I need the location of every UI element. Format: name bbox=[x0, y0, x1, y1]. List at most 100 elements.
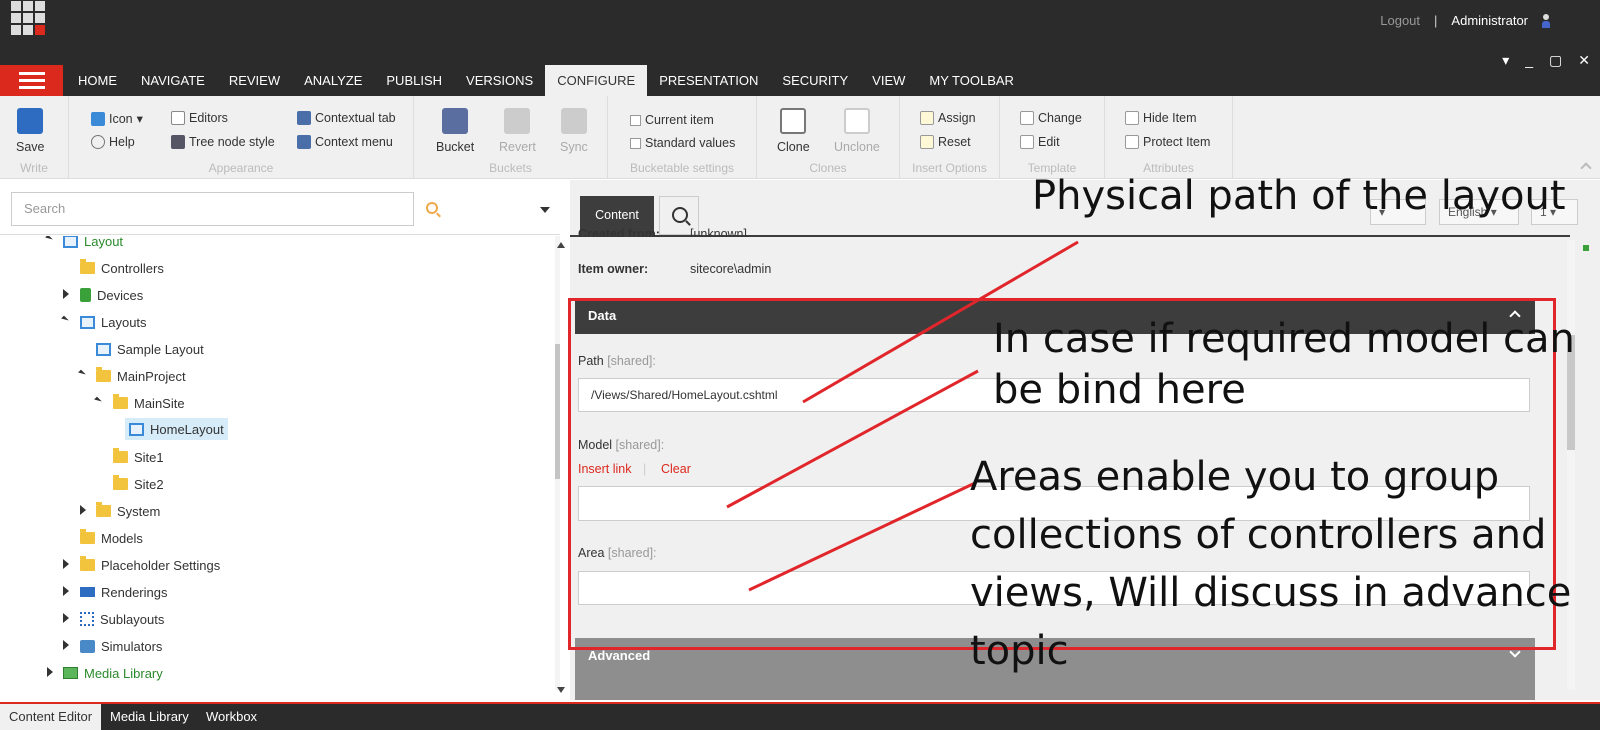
tab-navigate[interactable]: NAVIGATE bbox=[129, 65, 217, 96]
tab-publish[interactable]: PUBLISH bbox=[374, 65, 454, 96]
tab-view[interactable]: VIEW bbox=[860, 65, 917, 96]
expand-arrow-icon[interactable] bbox=[94, 396, 102, 405]
search-icon[interactable] bbox=[426, 202, 438, 214]
clone-button[interactable]: Clone bbox=[777, 108, 810, 154]
expand-arrow-icon[interactable] bbox=[63, 289, 69, 299]
expand-arrow-icon[interactable] bbox=[61, 315, 69, 324]
annotation-areas-line: collections of controllers and bbox=[970, 512, 1547, 558]
scroll-down-icon[interactable] bbox=[557, 687, 565, 693]
assign-button[interactable]: Assign bbox=[920, 111, 976, 125]
contextual-tab-button[interactable]: Contextual tab bbox=[297, 111, 396, 125]
protect-item-button[interactable]: Protect Item bbox=[1125, 135, 1210, 149]
tree-item-layout[interactable]: Layout bbox=[63, 236, 123, 252]
tree-item-controllers[interactable]: Controllers bbox=[80, 257, 164, 279]
device-icon bbox=[80, 288, 91, 302]
tree-item-mainproject[interactable]: MainProject bbox=[96, 365, 186, 387]
close-icon[interactable]: ✕ bbox=[1578, 52, 1590, 69]
expand-arrow-icon[interactable] bbox=[47, 667, 53, 677]
expand-arrow-icon[interactable] bbox=[63, 613, 69, 623]
user-icon bbox=[1542, 13, 1550, 28]
maximize-icon[interactable]: ▢ bbox=[1549, 52, 1562, 69]
expand-arrow-icon[interactable] bbox=[78, 369, 86, 378]
scrollbar-thumb[interactable] bbox=[555, 344, 560, 479]
dropdown-icon[interactable]: ▾ bbox=[1502, 52, 1509, 69]
tree-scrollbar[interactable] bbox=[555, 236, 560, 690]
tree-item-simulators[interactable]: Simulators bbox=[80, 635, 162, 657]
tree-item-sublayouts[interactable]: Sublayouts bbox=[80, 608, 164, 630]
unclone-button[interactable]: Unclone bbox=[834, 108, 880, 154]
tab-presentation[interactable]: PRESENTATION bbox=[647, 65, 770, 96]
tab-versions[interactable]: VERSIONS bbox=[454, 65, 545, 96]
link-separator: | bbox=[643, 462, 647, 476]
model-label-text: Model bbox=[578, 438, 613, 452]
tree-item-homelayout[interactable]: HomeLayout bbox=[125, 418, 228, 440]
tree-item-label: Simulators bbox=[101, 638, 163, 654]
edit-button[interactable]: Edit bbox=[1020, 135, 1060, 149]
tree-item-site1[interactable]: Site1 bbox=[113, 446, 164, 468]
editors-button[interactable]: Editors bbox=[171, 111, 228, 125]
tree-item-mainsite[interactable]: MainSite bbox=[113, 392, 185, 414]
revert-button[interactable]: Revert bbox=[499, 108, 536, 154]
insert-link-button[interactable]: Insert link bbox=[578, 462, 632, 476]
tree-item-models[interactable]: Models bbox=[80, 527, 143, 549]
group-attributes: Hide Item Protect Item Attributes bbox=[1105, 96, 1233, 179]
tree-item-renderings[interactable]: Renderings bbox=[80, 581, 168, 603]
tab-security[interactable]: SECURITY bbox=[770, 65, 860, 96]
tab-content-editor[interactable]: Content Editor bbox=[0, 704, 102, 730]
help-button[interactable]: Help bbox=[91, 135, 135, 149]
bucket-icon bbox=[442, 108, 469, 134]
tab-my-toolbar[interactable]: MY TOOLBAR bbox=[917, 65, 1026, 96]
group-label-insert-options: Insert Options bbox=[912, 161, 987, 175]
tree-node-style-button[interactable]: Tree node style bbox=[171, 135, 275, 149]
tree-item-devices[interactable]: Devices bbox=[80, 284, 143, 306]
item-owner-label: Item owner: bbox=[578, 262, 649, 276]
tree-item-layouts[interactable]: Layouts bbox=[80, 311, 147, 333]
menu-icon[interactable] bbox=[0, 65, 63, 96]
icon-button[interactable]: Icon ▾ bbox=[91, 111, 143, 126]
editors-icon bbox=[171, 111, 185, 125]
window-controls: ▾ _ ▢ ✕ bbox=[1502, 52, 1590, 69]
minimize-icon[interactable]: _ bbox=[1525, 52, 1533, 69]
tab-review[interactable]: REVIEW bbox=[217, 65, 292, 96]
app-launcher-icon[interactable] bbox=[11, 1, 47, 37]
tree-item-media-library[interactable]: Media Library bbox=[63, 662, 163, 684]
current-item-checkbox[interactable]: Current item bbox=[630, 113, 714, 127]
expand-arrow-icon[interactable] bbox=[80, 505, 86, 515]
clear-button[interactable]: Clear bbox=[661, 462, 691, 476]
expand-arrow-icon[interactable] bbox=[63, 640, 69, 650]
tree-item-site2[interactable]: Site2 bbox=[113, 473, 164, 495]
bucket-button[interactable]: Bucket bbox=[436, 108, 474, 154]
annotation-areas-line: views, Will discuss in advance bbox=[970, 570, 1572, 616]
content-tree: Layout Controllers Devices Layouts Sampl… bbox=[0, 236, 555, 690]
shared-tag: [shared]: bbox=[607, 546, 657, 560]
tab-workbox[interactable]: Workbox bbox=[197, 704, 266, 730]
hide-item-button[interactable]: Hide Item bbox=[1125, 111, 1197, 125]
logout-link[interactable]: Logout bbox=[1380, 13, 1420, 28]
shared-tag: [shared]: bbox=[615, 438, 665, 452]
expand-arrow-icon[interactable] bbox=[45, 236, 53, 243]
tree-item-sample-layout[interactable]: Sample Layout bbox=[96, 338, 204, 360]
scroll-up-icon[interactable] bbox=[557, 242, 565, 248]
tree-item-placeholder-settings[interactable]: Placeholder Settings bbox=[80, 554, 220, 576]
save-button[interactable]: Save bbox=[16, 108, 45, 154]
change-button[interactable]: Change bbox=[1020, 111, 1082, 125]
expand-arrow-icon[interactable] bbox=[63, 559, 69, 569]
standard-values-checkbox[interactable]: Standard values bbox=[630, 136, 735, 150]
reset-button[interactable]: Reset bbox=[920, 135, 971, 149]
tab-media-library[interactable]: Media Library bbox=[101, 704, 198, 730]
tab-analyze[interactable]: ANALYZE bbox=[292, 65, 374, 96]
sync-button[interactable]: Sync bbox=[560, 108, 588, 154]
user-name[interactable]: Administrator bbox=[1451, 13, 1528, 28]
expand-arrow-icon[interactable] bbox=[63, 586, 69, 596]
context-menu-button[interactable]: Context menu bbox=[297, 135, 393, 149]
chevron-down-icon[interactable] bbox=[540, 207, 550, 213]
tab-home[interactable]: HOME bbox=[66, 65, 129, 96]
folder-icon bbox=[113, 475, 128, 490]
tree-item-system[interactable]: System bbox=[96, 500, 160, 522]
layout-icon bbox=[80, 315, 95, 329]
annotation-areas-line: topic bbox=[970, 628, 1069, 674]
collapse-ribbon-icon[interactable] bbox=[1580, 162, 1592, 174]
search-input[interactable]: Search bbox=[11, 192, 414, 226]
tree-node-style-label: Tree node style bbox=[189, 135, 275, 149]
tab-configure[interactable]: CONFIGURE bbox=[545, 65, 648, 96]
